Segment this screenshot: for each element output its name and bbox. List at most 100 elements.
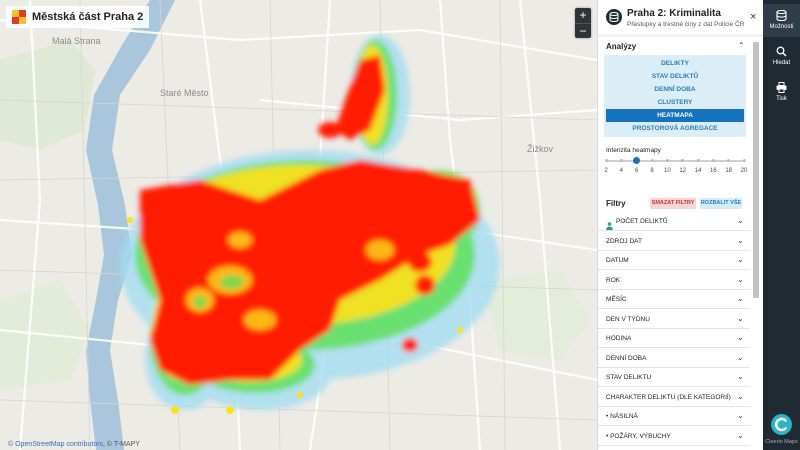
slider-tick <box>742 159 746 162</box>
cleerio-logo-icon[interactable] <box>771 414 792 435</box>
filter-row[interactable]: DATUM ⌄ <box>598 251 750 270</box>
slider-tick <box>619 159 623 162</box>
filter-row[interactable]: DEN V TÝDNU ⌄ <box>598 310 750 329</box>
slider-tick-label: 2 <box>604 168 608 174</box>
chevron-down-icon[interactable]: ⌄ <box>737 411 744 420</box>
slider-thumb[interactable] <box>633 157 641 164</box>
filter-row[interactable]: DENNÍ DOBA ⌄ <box>598 349 750 368</box>
person-icon <box>606 217 613 230</box>
slider-tick <box>696 159 700 162</box>
map-title: Městská část Praha 2 <box>32 11 144 23</box>
slider-tick <box>604 159 608 162</box>
sidebar-label: Hledat <box>772 60 791 66</box>
slider-tick <box>711 159 715 162</box>
chevron-down-icon[interactable]: ⌄ <box>737 216 744 225</box>
map-label-zizkov: Žižkov <box>527 144 554 154</box>
analyses-list: DELIKTY STAV DELIKTŮ DENNÍ DOBA CLUSTERY… <box>604 55 746 137</box>
slider-tick-label: 18 <box>725 168 732 174</box>
filter-row[interactable]: • NÁSILNÁ ⌄ <box>598 407 750 426</box>
database-icon <box>776 10 787 21</box>
chevron-down-icon[interactable]: ⌄ <box>737 353 744 362</box>
heatmap-intensity-slider[interactable] <box>604 157 746 164</box>
slider-tick-label: 16 <box>709 168 717 174</box>
heatmap-intensity-label: Intenzita heatmapy <box>606 147 661 154</box>
analysis-denni-doba[interactable]: DENNÍ DOBA <box>606 83 744 96</box>
sidebar-label: Tisk <box>776 96 787 102</box>
filter-label: CHARAKTER DELIKTU (DLE KATEGORIÍ) <box>606 393 731 401</box>
map-label-mala-strana: Malá Strana <box>52 36 101 46</box>
analysis-delikty[interactable]: DELIKTY <box>606 57 744 70</box>
zoom-out-button[interactable]: − <box>575 23 591 38</box>
map-base <box>0 0 597 450</box>
panel-scrollbar[interactable] <box>753 42 759 298</box>
filter-label: • NÁSILNÁ <box>606 413 638 420</box>
sidebar-item-tisk[interactable]: Tisk <box>763 76 800 109</box>
chevron-down-icon[interactable]: ⌄ <box>737 255 744 264</box>
analysis-prostorova-agregace[interactable]: PROSTOROVÁ AGREGACE <box>606 122 744 135</box>
search-icon <box>776 46 787 57</box>
chevron-down-icon[interactable]: ⌄ <box>737 314 744 323</box>
filter-label: DATUM <box>606 257 629 264</box>
filter-row[interactable]: • POŽÁRY, VÝBUCHY ⌄ <box>598 427 750 446</box>
sidebar-item-moznosti[interactable]: Možnosti <box>763 4 800 37</box>
filter-row[interactable]: CHARAKTER DELIKTU (DLE KATEGORIÍ) ⌄ <box>598 388 750 407</box>
filter-label: POČET DELIKTŮ <box>616 218 668 225</box>
analysis-heatmapa[interactable]: HEATMAPA <box>606 109 744 122</box>
database-icon <box>606 9 622 25</box>
slider-tick-label: 8 <box>650 168 654 174</box>
chevron-down-icon[interactable]: ⌄ <box>737 333 744 342</box>
filter-row[interactable]: HODINA ⌄ <box>598 329 750 348</box>
slider-tick-label: 4 <box>619 168 623 174</box>
map-canvas[interactable]: Malá Strana Staré Město Žižkov Městská č… <box>0 0 597 450</box>
filter-label: DEN V TÝDNU <box>606 315 650 323</box>
slider-tick <box>665 159 669 162</box>
attribution-tmapy: , © T-MAPY <box>103 441 140 448</box>
zoom-in-button[interactable]: + <box>575 8 591 23</box>
filters-title: Filtry <box>606 199 626 208</box>
map-title-box: Městská část Praha 2 <box>6 6 150 28</box>
chevron-down-icon[interactable]: ⌄ <box>737 372 744 381</box>
chevron-down-icon[interactable]: ⌄ <box>737 236 744 245</box>
panel-subtitle: Přestupky a trestné činy z dat Policie Č… <box>627 21 745 28</box>
analysis-clustery[interactable]: CLUSTERY <box>606 96 744 109</box>
chevron-down-icon[interactable]: ⌄ <box>737 275 744 284</box>
filter-row[interactable]: ZDROJ DAT ⌄ <box>598 232 750 251</box>
filter-label: • POŽÁRY, VÝBUCHY <box>606 432 671 440</box>
right-sidebar: Možnosti Hledat Tisk Cleerio Maps <box>763 0 800 450</box>
filter-label: ROK <box>606 276 621 284</box>
filter-label: STAV DELIKTU <box>606 374 652 381</box>
filter-label: HODINA <box>606 335 632 342</box>
zoom-control: + − <box>575 8 591 38</box>
analysis-stav-deliktu[interactable]: STAV DELIKTŮ <box>606 70 744 83</box>
chevron-down-icon[interactable]: ⌄ <box>737 431 744 440</box>
expand-all-button[interactable]: ROZBALIT VŠE <box>700 198 742 209</box>
filter-label: ZDROJ DAT <box>606 237 642 245</box>
panel-title: Praha 2: Kriminalita <box>627 8 721 19</box>
print-icon <box>776 82 787 93</box>
slider-tick-label: 10 <box>663 168 671 174</box>
map-attribution: © OpenStreetMap contributors, © T-MAPY <box>8 441 140 448</box>
map-label-stare-mesto: Staré Město <box>160 88 209 98</box>
slider-tick-label: 14 <box>694 168 702 174</box>
close-panel-button[interactable]: × <box>750 11 756 23</box>
slider-tick-label: 6 <box>634 168 639 174</box>
clear-filters-button[interactable]: SMAZAT FILTRY <box>650 198 696 209</box>
sidebar-label: Možnosti <box>769 24 794 30</box>
filter-row[interactable]: ROK ⌄ <box>598 271 750 290</box>
chevron-down-icon[interactable]: ⌄ <box>737 392 744 401</box>
filter-row[interactable]: POČET DELIKTŮ ⌄ <box>598 212 750 231</box>
analyses-title: Analýzy <box>606 42 637 51</box>
filter-label: DENNÍ DOBA <box>606 354 647 362</box>
praha2-logo-icon <box>12 10 26 24</box>
filter-label: MĚSÍC <box>606 296 627 303</box>
slider-tick-label: 12 <box>679 168 686 174</box>
chevron-down-icon[interactable]: ⌄ <box>737 294 744 303</box>
slider-tick-label: 20 <box>740 168 748 174</box>
sidebar-item-hledat[interactable]: Hledat <box>763 40 800 73</box>
attribution-osm-link[interactable]: © OpenStreetMap contributors <box>8 441 103 448</box>
filter-row[interactable]: STAV DELIKTU ⌄ <box>598 368 750 387</box>
filter-row[interactable]: MĚSÍC ⌄ <box>598 290 750 309</box>
slider-tick <box>650 159 654 162</box>
chevron-up-icon[interactable]: ⌃ <box>738 41 745 50</box>
panel-header: Praha 2: Kriminalita Přestupky a trestné… <box>598 0 763 36</box>
